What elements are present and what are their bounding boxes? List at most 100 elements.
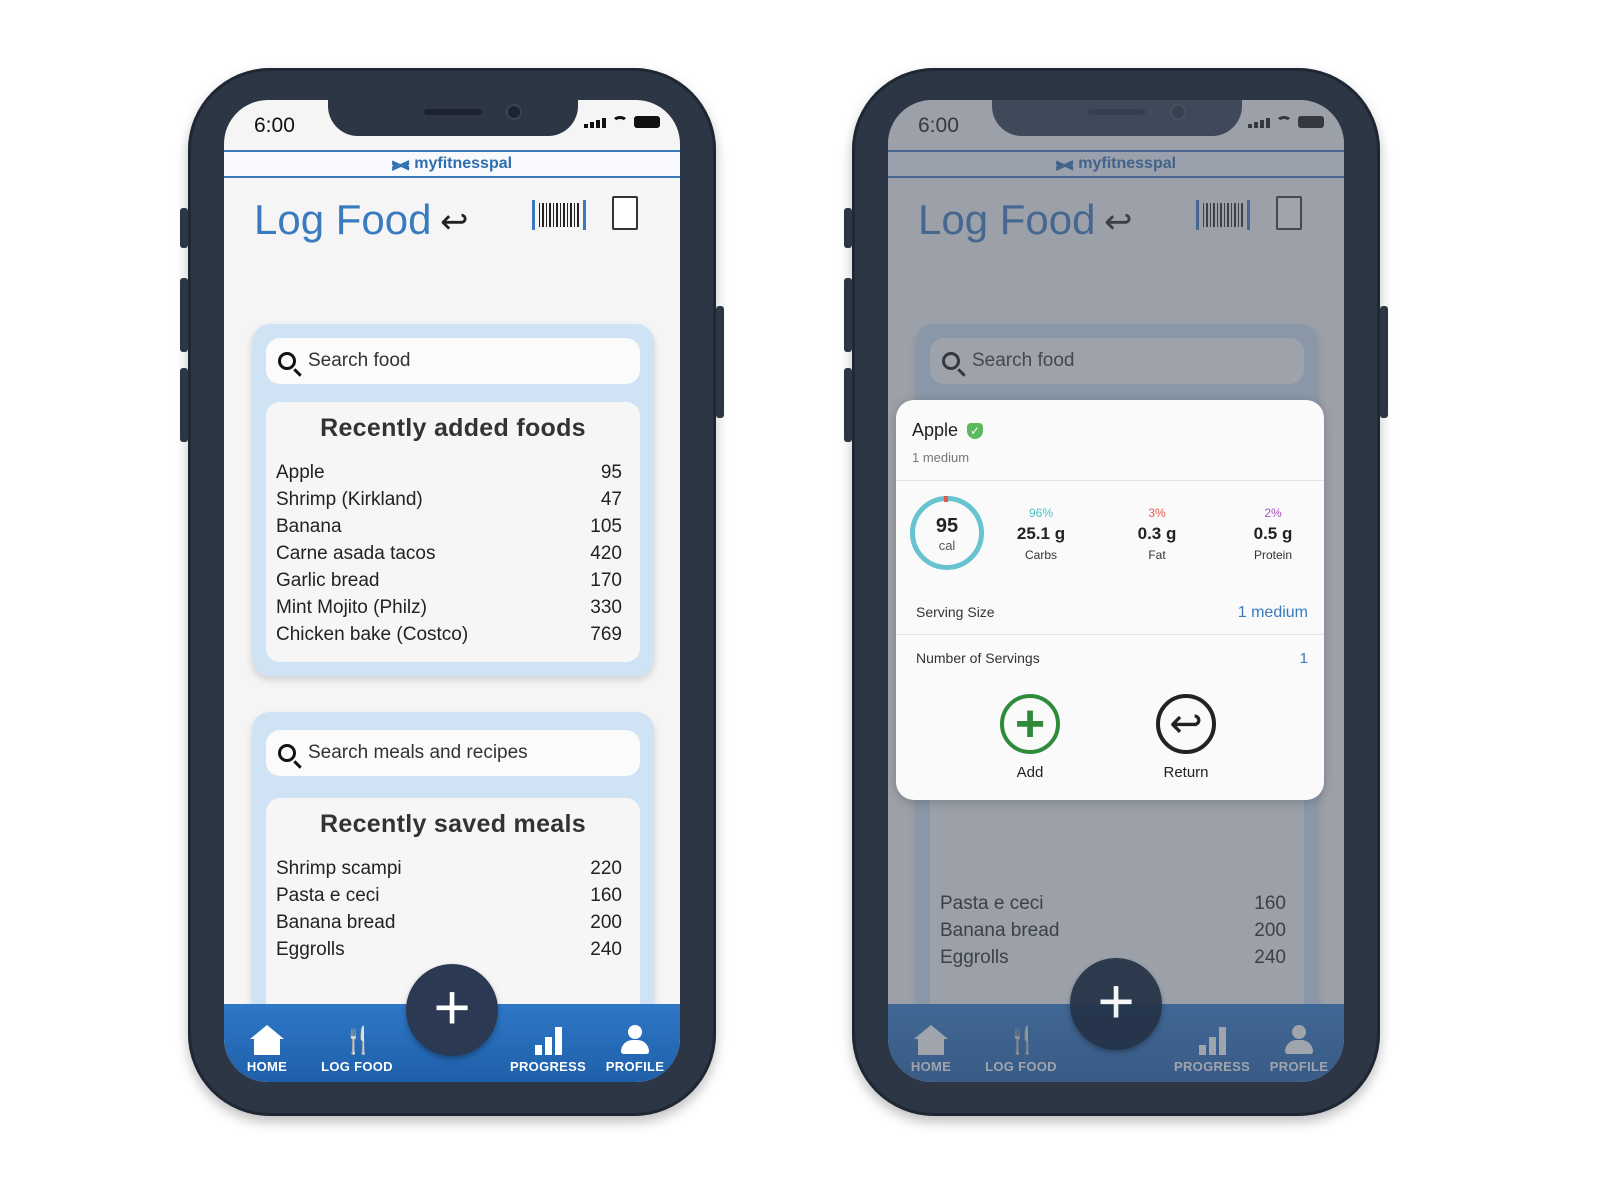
search-icon [278, 352, 296, 370]
food-name: Chicken bake (Costco) [276, 624, 469, 645]
num-servings-row[interactable]: Number of Servings 1 [916, 650, 1308, 667]
calorie-unit: cal [938, 538, 956, 553]
num-servings-label: Number of Servings [916, 650, 1040, 666]
recent-foods-list: Apple 95 Shrimp (Kirkland) 47 Banana 105 Ca… [276, 459, 622, 648]
list-item[interactable]: Banana bread 200 [276, 909, 622, 936]
nav-log-food-label: LOG FOOD [321, 1059, 393, 1074]
list-item[interactable]: Mint Mojito (Philz) 330 [276, 594, 622, 621]
serving-size-value[interactable]: 1 medium [1238, 604, 1308, 622]
verified-check-icon: ✓ [967, 423, 984, 440]
nav-progress-label: PROGRESS [510, 1059, 587, 1074]
calorie-ring: 95 cal [910, 496, 984, 570]
food-cal: 769 [590, 624, 622, 645]
screen: 6:00 ⫸⫷ myfitnesspal Log Food ↩ Search f… [224, 100, 680, 1082]
copy-icon[interactable] [606, 196, 638, 238]
fat-grams: 0.3 g [1137, 524, 1177, 543]
add-label: Add [1016, 764, 1044, 781]
saved-meals-title: Recently saved meals [320, 810, 586, 838]
add-fab-button: + [1070, 958, 1162, 1050]
food-name: Banana [276, 516, 342, 537]
food-name: Carne asada tacos [276, 543, 436, 564]
status-icons [584, 116, 660, 128]
carbs-pct: 96% [1028, 506, 1054, 520]
protein-grams: 0.5 g [1253, 524, 1293, 543]
num-servings-value[interactable]: 1 [1300, 650, 1308, 667]
food-name: Mint Mojito (Philz) [276, 597, 427, 618]
plus-circle-icon: + [1000, 694, 1060, 754]
brand-bar: ⫸⫷ myfitnesspal [224, 150, 680, 178]
battery-icon [634, 116, 660, 128]
page-title: Log Food [254, 196, 432, 243]
list-item[interactable]: Shrimp (Kirkland) 47 [276, 486, 622, 513]
list-item[interactable]: Shrimp scampi 220 [276, 855, 622, 882]
food-cal: 47 [600, 489, 622, 510]
nav-profile[interactable]: PROFILE [604, 1025, 666, 1074]
search-icon [278, 744, 296, 762]
return-button[interactable]: ↩ Return [1146, 694, 1226, 781]
list-item[interactable]: Garlic bread 170 [276, 567, 622, 594]
food-name: Apple [276, 462, 325, 483]
return-label: Return [1163, 764, 1209, 781]
add-fab-button[interactable]: + [406, 964, 498, 1056]
nav-home-label: HOME [246, 1059, 288, 1074]
search-food-input[interactable]: Search food [266, 338, 640, 384]
modal-food-name: Apple [912, 420, 959, 440]
meal-name: Shrimp scampi [276, 858, 402, 879]
meal-name: Pasta e ceci [276, 885, 380, 906]
barcode-icon[interactable] [532, 200, 586, 230]
calorie-value: 95 [935, 515, 959, 537]
fat-ring-marker [944, 496, 948, 502]
search-meals-input[interactable]: Search meals and recipes [266, 730, 640, 776]
meal-cal: 220 [590, 858, 622, 879]
food-cal: 95 [600, 462, 622, 483]
divider [896, 480, 1324, 481]
fork-knife-icon: 🍴 [342, 1025, 375, 1055]
food-card: Search food Recently added foods Apple 95… [252, 324, 654, 676]
food-cal: 105 [590, 516, 622, 537]
nav-home[interactable]: HOME [242, 1025, 292, 1074]
bar-chart-icon [531, 1025, 565, 1055]
return-arrow-icon[interactable]: ↩ [440, 202, 469, 242]
title-row: Log Food ↩ [254, 196, 654, 248]
list-item[interactable]: Carne asada tacos 420 [276, 540, 622, 567]
search-meals-placeholder: Search meals and recipes [308, 742, 528, 763]
food-detail-modal: Apple ✓ 1 medium 95 cal 96% 25.1 g Carbs… [896, 400, 1324, 800]
list-item[interactable]: Apple 95 [276, 459, 622, 486]
food-name: Shrimp (Kirkland) [276, 489, 423, 510]
recent-foods-panel: Recently added foods Apple 95 Shrimp (Kir… [266, 402, 640, 662]
carbs-label: Carbs [1024, 548, 1057, 562]
wifi-icon [612, 116, 628, 128]
list-item[interactable]: Pasta e ceci 160 [276, 882, 622, 909]
volume-down-button [844, 368, 852, 442]
food-name: Garlic bread [276, 570, 380, 591]
power-button [1380, 306, 1388, 418]
profile-icon [621, 1025, 649, 1055]
list-item[interactable]: Banana 105 [276, 513, 622, 540]
food-cal: 330 [590, 597, 622, 618]
serving-size-row[interactable]: Serving Size 1 medium [916, 604, 1308, 622]
phone-frame-right: 6:00 ⫸⫷ myfitnesspal Log Food ↩ Search f… [844, 68, 1388, 1116]
notch [328, 100, 578, 136]
meal-name: Eggrolls [276, 939, 345, 960]
macro-protein: 2% 0.5 g Protein [1228, 506, 1318, 562]
nav-progress[interactable]: PROGRESS [510, 1025, 586, 1074]
nav-log-food[interactable]: 🍴 LOG FOOD [320, 1025, 394, 1074]
macro-carbs: 96% 25.1 g Carbs [996, 506, 1086, 562]
modal-food-title: Apple ✓ [912, 420, 984, 441]
phone-frame-left: 6:00 ⫸⫷ myfitnesspal Log Food ↩ Search f… [180, 68, 724, 1116]
fat-label: Fat [1148, 548, 1166, 562]
brand-name: myfitnesspal [414, 155, 513, 172]
meal-cal: 240 [590, 939, 622, 960]
return-circle-icon: ↩ [1156, 694, 1216, 754]
add-button[interactable]: + Add [990, 694, 1070, 781]
search-food-placeholder: Search food [308, 350, 411, 371]
mute-switch [180, 208, 188, 248]
list-item[interactable]: Chicken bake (Costco) 769 [276, 621, 622, 648]
volume-down-button [180, 368, 188, 442]
list-item[interactable]: Eggrolls 240 [276, 936, 622, 963]
home-icon [250, 1025, 284, 1055]
volume-up-button [180, 278, 188, 352]
ua-logo-icon: ⫸⫷ [391, 153, 409, 174]
food-cal: 170 [590, 570, 622, 591]
macro-fat: 3% 0.3 g Fat [1112, 506, 1202, 562]
